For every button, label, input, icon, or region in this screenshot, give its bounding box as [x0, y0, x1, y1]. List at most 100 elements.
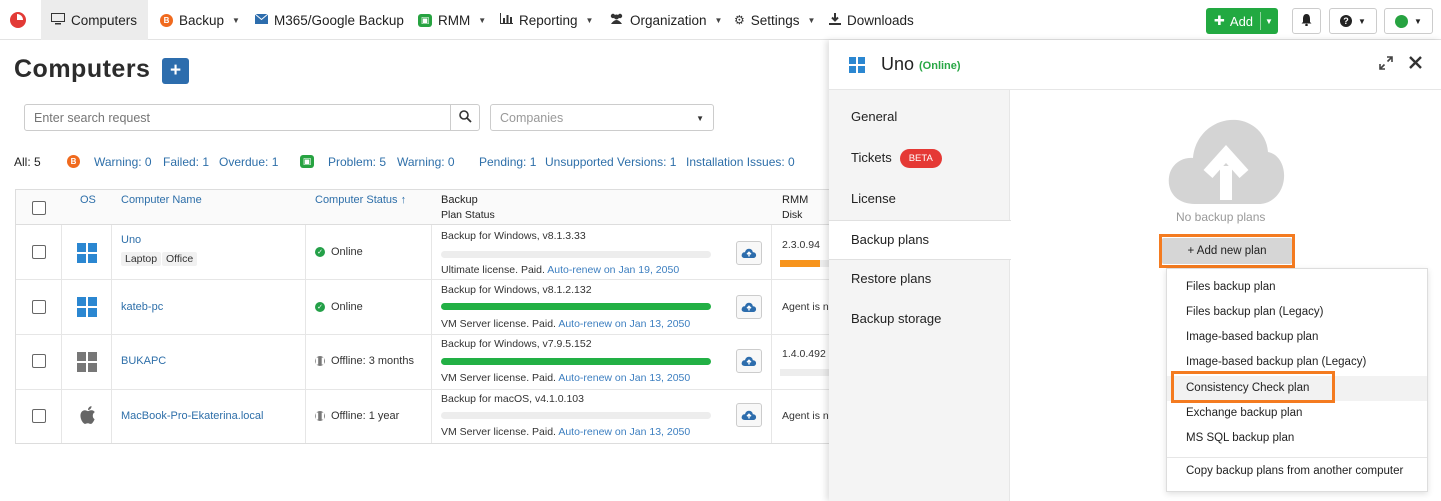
table-row[interactable]: kateb-pc ✓ Online Backup for Windows, v8…	[16, 280, 830, 335]
autorenew-link[interactable]: Auto-renew on Jan 13, 2050	[558, 318, 690, 330]
menu-item-label: MS SQL backup plan	[1186, 432, 1295, 444]
stat-failed[interactable]: Failed: 1	[163, 155, 209, 169]
menu-item-image-backup[interactable]: Image-based backup plan	[1167, 325, 1427, 350]
companies-select[interactable]: Companies ▼	[490, 104, 714, 131]
cloud-upload-icon	[741, 356, 757, 366]
close-icon[interactable]	[1408, 55, 1423, 73]
computer-name-link[interactable]: MacBook-Pro-Ekaterina.local	[121, 410, 263, 422]
nav-m365-label: M365/Google Backup	[274, 12, 404, 28]
tag-badge: Laptop	[121, 252, 162, 266]
nav-downloads[interactable]: Downloads	[819, 0, 924, 40]
row-checkbox[interactable]	[32, 409, 46, 423]
app-logo-icon[interactable]	[10, 12, 26, 28]
tab-backup-storage[interactable]: Backup storage	[829, 300, 1011, 340]
license-text: VM Server license. Paid. Auto-renew on J…	[441, 372, 690, 384]
menu-item-label: Exchange backup plan	[1186, 407, 1303, 419]
upload-cloud-button[interactable]	[736, 295, 762, 319]
table-row[interactable]: MacBook-Pro-Ekaterina.local ❚❚ Offline: …	[16, 390, 830, 445]
autorenew-link[interactable]: Auto-renew on Jan 13, 2050	[558, 372, 690, 384]
upload-cloud-button[interactable]	[736, 349, 762, 373]
tab-tickets[interactable]: Tickets BETA	[829, 138, 1011, 178]
license-label: VM Server license. Paid.	[441, 318, 556, 330]
tab-license[interactable]: License	[829, 180, 1011, 220]
header-computer-status[interactable]: Computer Status ↑	[315, 194, 406, 206]
tab-restore-plans[interactable]: Restore plans	[829, 260, 1011, 300]
no-plans-text: No backup plans	[1176, 210, 1266, 224]
notifications-button[interactable]	[1292, 8, 1321, 34]
upload-cloud-button[interactable]	[736, 403, 762, 427]
nav-organization[interactable]: Organization ▼	[599, 0, 732, 40]
autorenew-link[interactable]: Auto-renew on Jan 13, 2050	[558, 426, 690, 438]
computers-table: OS Computer Name Computer Status ↑ Backu…	[15, 189, 830, 444]
stat-overdue[interactable]: Overdue: 1	[219, 155, 278, 169]
row-checkbox[interactable]	[32, 354, 46, 368]
backup-icon: B	[160, 13, 173, 27]
license-label: Ultimate license. Paid.	[441, 264, 545, 276]
search-icon	[458, 109, 472, 126]
stat-warning[interactable]: Warning: 0	[94, 155, 152, 169]
nav-computers-label: Computers	[71, 12, 138, 28]
nav-rmm[interactable]: ▣ RMM ▼	[408, 0, 496, 40]
menu-item-copy-plans[interactable]: Copy backup plans from another computer	[1167, 459, 1427, 484]
nav-computers[interactable]: Computers	[41, 0, 148, 40]
row-checkbox[interactable]	[32, 245, 46, 259]
beta-badge: BETA	[899, 149, 942, 168]
question-icon: ?	[1340, 15, 1353, 27]
stat-installation[interactable]: Installation Issues: 0	[686, 155, 795, 169]
tab-label: Tickets	[851, 149, 892, 165]
plus-icon: +	[169, 60, 182, 81]
backup-icon: B	[67, 155, 80, 168]
expand-icon[interactable]	[1379, 56, 1393, 73]
nav-m365[interactable]: M365/Google Backup	[245, 0, 414, 40]
stat-unsupported[interactable]: Unsupported Versions: 1	[545, 155, 676, 169]
chevron-down-icon: ▼	[585, 15, 594, 25]
autorenew-link[interactable]: Auto-renew on Jan 19, 2050	[547, 264, 679, 276]
add-button[interactable]: ✚ Add ▼	[1206, 8, 1278, 34]
gear-icon: ⚙	[734, 13, 745, 27]
nav-backup[interactable]: B Backup ▼	[150, 0, 250, 40]
menu-item-exchange-backup[interactable]: Exchange backup plan	[1167, 401, 1427, 426]
rmm-status: Agent is no	[782, 410, 830, 422]
chevron-down-icon: ▼	[714, 15, 723, 25]
menu-item-files-backup-legacy[interactable]: Files backup plan (Legacy)	[1167, 300, 1427, 325]
header-rmm[interactable]: RMM	[782, 194, 808, 206]
tab-label: General	[851, 109, 898, 124]
table-row[interactable]: BUKAPC ❚❚ Offline: 3 months Backup for W…	[16, 335, 830, 390]
computer-name-link[interactable]: kateb-pc	[121, 301, 163, 313]
select-all-checkbox[interactable]	[32, 201, 46, 215]
menu-item-mssql-backup[interactable]: MS SQL backup plan	[1167, 426, 1427, 451]
stat-pending[interactable]: Pending: 1	[479, 155, 536, 169]
menu-item-files-backup[interactable]: Files backup plan	[1167, 275, 1427, 300]
user-menu-button[interactable]: ▼	[1384, 8, 1433, 34]
tab-label: License	[851, 191, 896, 206]
search-input[interactable]	[24, 104, 451, 131]
header-os[interactable]: OS	[80, 194, 96, 206]
tab-backup-plans[interactable]: Backup plans	[829, 220, 1011, 260]
computer-name-link[interactable]: BUKAPC	[121, 355, 166, 367]
search-button[interactable]	[450, 104, 480, 131]
computer-name-link[interactable]: Uno	[121, 234, 141, 246]
tab-general[interactable]: General	[829, 98, 1011, 138]
windows-icon	[77, 297, 97, 317]
backup-version: Backup for Windows, v8.1.2.132	[441, 284, 592, 296]
add-computer-button[interactable]: +	[162, 58, 189, 84]
header-computer-name[interactable]: Computer Name	[121, 194, 202, 206]
stat-all[interactable]: All: 5	[14, 155, 41, 169]
header-backup[interactable]: Backup	[441, 194, 478, 206]
rmm-icon: ▣	[418, 13, 432, 27]
nav-settings[interactable]: ⚙ Settings ▼	[724, 0, 825, 40]
apple-icon	[79, 405, 96, 428]
chevron-down-icon: ▼	[1414, 16, 1422, 26]
upload-cloud-button[interactable]	[736, 241, 762, 265]
row-checkbox[interactable]	[32, 300, 46, 314]
plan-status-bar	[441, 412, 711, 419]
computer-detail-panel: Uno (Online) General Tickets BETA License…	[829, 40, 1441, 501]
panel-header: Uno (Online)	[829, 40, 1441, 90]
nav-reporting[interactable]: Reporting ▼	[490, 0, 603, 40]
stat-warning-rmm[interactable]: Warning: 0	[397, 155, 455, 169]
stat-problem[interactable]: Problem: 5	[328, 155, 386, 169]
panel-title: Uno	[881, 54, 915, 74]
license-label: VM Server license. Paid.	[441, 372, 556, 384]
table-row[interactable]: Uno Laptop Office ✓ Online Backup for Wi…	[16, 225, 830, 280]
help-button[interactable]: ? ▼	[1329, 8, 1377, 34]
